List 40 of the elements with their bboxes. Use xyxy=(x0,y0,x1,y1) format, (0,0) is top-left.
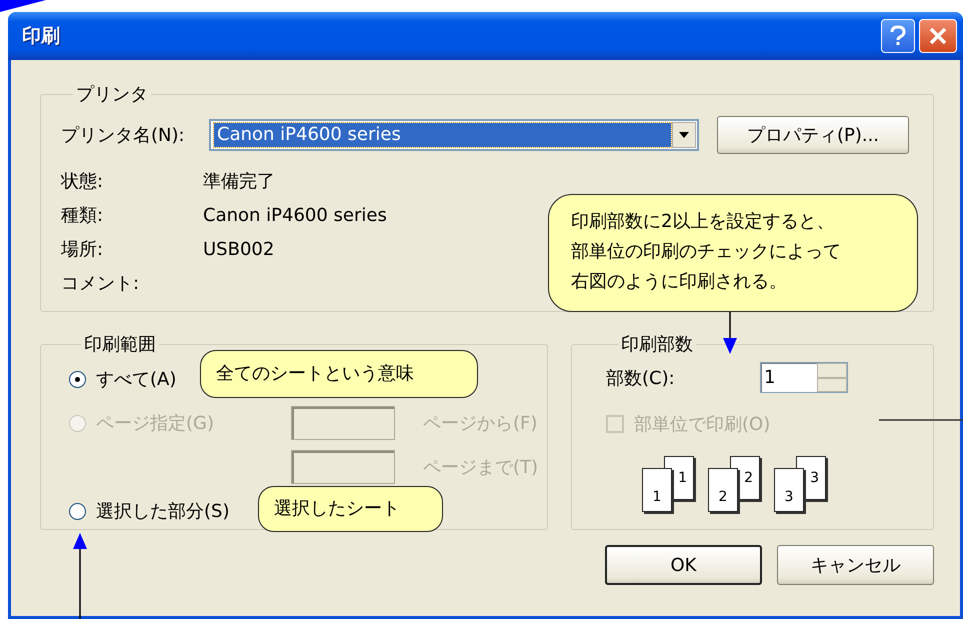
input-field[interactable] xyxy=(291,450,395,484)
arrow xyxy=(722,312,738,354)
group-title: 印刷部数 xyxy=(620,333,694,356)
radio-label[interactable]: 選択した部分(S) xyxy=(96,499,230,523)
page-sheet: 2 xyxy=(708,468,738,512)
page-sheet: 1 xyxy=(642,468,672,512)
callout-text: 全てのシートという意味 xyxy=(216,362,414,386)
info-label: 状態: xyxy=(61,170,104,194)
info-label: 種類: xyxy=(61,204,104,228)
callout-text: 部単位の印刷のチェックによって xyxy=(571,240,841,264)
group-title: プリンタ xyxy=(75,83,149,106)
info-value: USB002 xyxy=(203,238,274,262)
info-value: 準備完了 xyxy=(203,170,275,194)
help-button[interactable] xyxy=(881,19,915,53)
group-title: 印刷範囲 xyxy=(83,333,157,356)
info-value: Canon iP4600 series xyxy=(203,204,387,228)
close-button[interactable] xyxy=(919,19,957,53)
window-title: 印刷 xyxy=(22,24,61,49)
callout-text: 右図のように印刷される。 xyxy=(571,270,787,294)
radio-button[interactable] xyxy=(69,370,86,388)
info-label: コメント: xyxy=(61,272,140,296)
page-to-label: ページまで(T) xyxy=(423,456,540,479)
input-field[interactable] xyxy=(291,406,395,440)
cancel-button[interactable]: キャンセル xyxy=(777,545,934,585)
ok-button[interactable]: OK xyxy=(605,545,762,585)
printer-name-label: プリンタ名(N): xyxy=(61,124,186,147)
copies-spinbox[interactable]: 1 xyxy=(760,362,848,393)
properties-button[interactable]: プロパティ(P)... xyxy=(717,116,909,154)
page-sheet: 3 xyxy=(774,468,804,512)
arrow xyxy=(0,0,46,12)
callout-text: 印刷部数に2以上を設定すると、 xyxy=(571,210,834,234)
copies-label: 部数(C): xyxy=(606,366,676,390)
close-icon[interactable] xyxy=(928,26,948,46)
radio-label[interactable]: すべて(A) xyxy=(96,367,176,391)
printer-dropdown[interactable]: Canon iP4600 series xyxy=(209,119,699,151)
callout-text: 選択したシート xyxy=(274,497,400,521)
page-from-label: ページから(F) xyxy=(423,412,538,435)
radio-button[interactable] xyxy=(69,502,86,520)
question-mark-icon[interactable] xyxy=(888,25,908,47)
info-label: 場所: xyxy=(61,238,104,262)
